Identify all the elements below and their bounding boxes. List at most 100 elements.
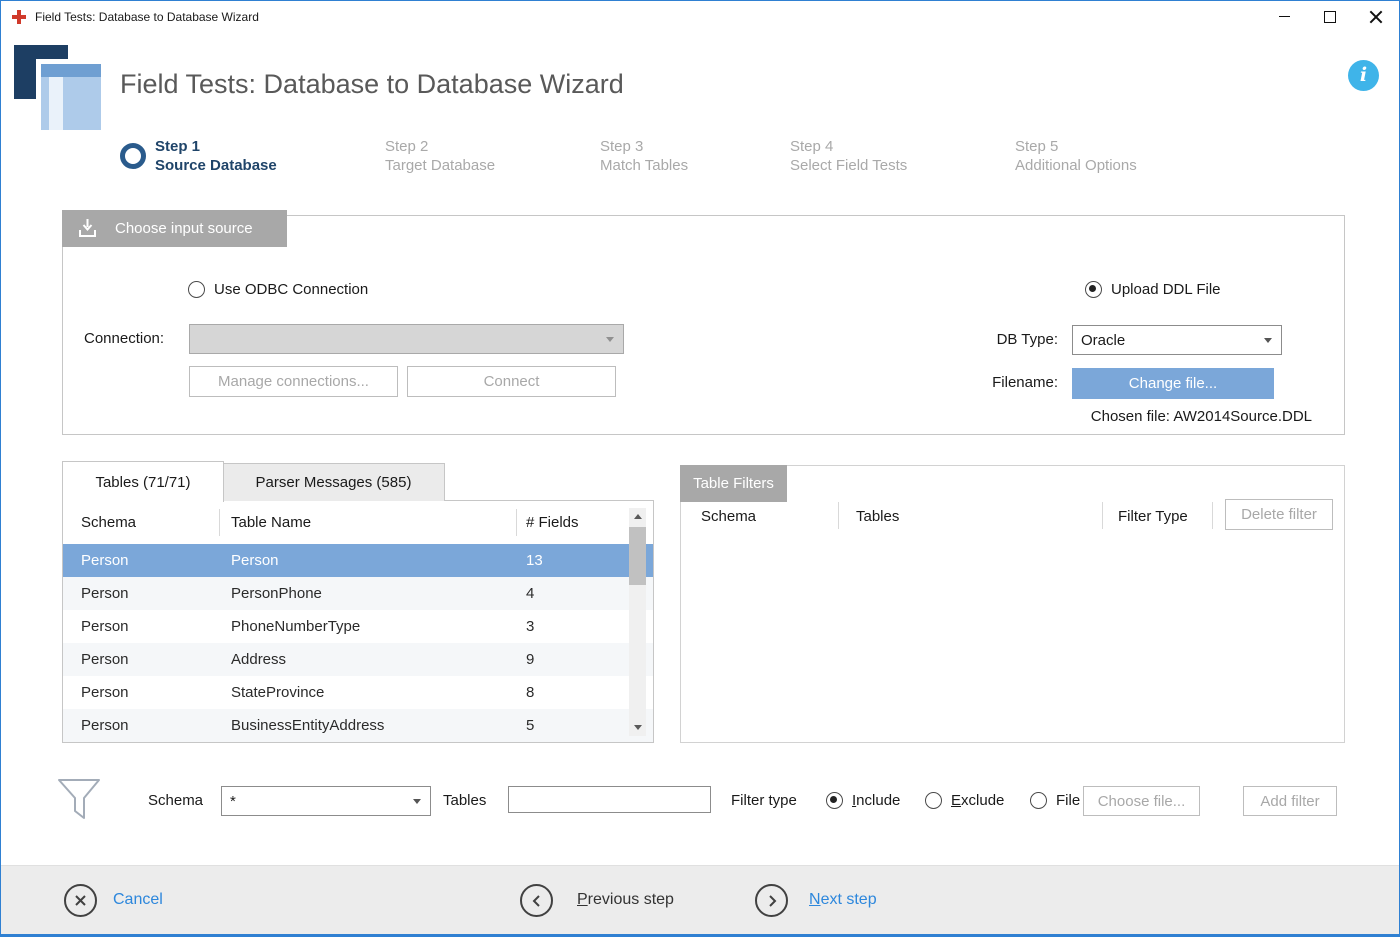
chevron-down-icon [1264,338,1272,343]
step-number: Step 5 [1015,137,1137,156]
tab-parser-messages[interactable]: Parser Messages (585) [222,463,445,501]
table-row[interactable]: Person PhoneNumberType 3 [63,610,653,643]
vertical-scrollbar[interactable] [629,508,646,736]
scrollbar-up-button[interactable] [629,508,646,525]
filter-type-label: Filter type [731,792,797,809]
cell-schema: Person [63,717,219,734]
step-number: Step 3 [600,137,688,156]
column-divider [516,509,517,536]
logo-front-square [36,59,106,135]
cell-table-name: BusinessEntityAddress [219,717,516,734]
radio-selected-icon [1085,281,1102,298]
chevron-right-icon [766,894,778,908]
table-row[interactable]: Person BusinessEntityAddress 5 [63,709,653,742]
table-row[interactable]: Person StateProvince 8 [63,676,653,709]
wizard-step-1[interactable]: Step 1 Source Database [120,137,277,175]
exclude-radio[interactable]: Exclude [925,792,1004,809]
include-radio[interactable]: Include [826,792,900,809]
connection-label: Connection: [84,330,164,347]
minimize-icon [1279,16,1290,17]
logo-column [49,77,63,130]
maximize-icon [1324,11,1336,23]
maximize-button[interactable] [1307,1,1353,32]
tables-rows: Person Person 13 Person PersonPhone 4 Pe… [63,544,653,742]
tables-table: Schema Table Name # Fields Person Person… [62,500,654,743]
filter-funnel-icon [56,776,102,824]
arrow-up-icon [634,514,642,519]
table-row[interactable]: Person PersonPhone 4 [63,577,653,610]
cell-schema: Person [63,618,219,635]
exclude-radio-label: Exclude [951,792,1004,809]
next-step-label[interactable]: Next step [809,891,877,909]
column-header-schema: Schema [81,514,136,531]
minimize-button[interactable] [1261,1,1307,32]
cancel-label[interactable]: Cancel [113,891,163,909]
db-type-dropdown[interactable]: Oracle [1072,325,1282,355]
chevron-down-icon [413,799,421,804]
title-bar: Field Tests: Database to Database Wizard [1,1,1399,32]
app-icon [11,9,27,25]
wizard-step-4[interactable]: Step 4 Select Field Tests [790,137,907,175]
cancel-button[interactable] [64,884,97,917]
wizard-step-5[interactable]: Step 5 Additional Options [1015,137,1137,175]
column-header-fields: # Fields [526,514,579,531]
page-title: Field Tests: Database to Database Wizard [120,69,624,100]
cell-schema: Person [63,684,219,701]
close-icon [1369,10,1383,24]
radio-icon [188,281,205,298]
cancel-x-icon [74,894,87,907]
ddl-radio-label: Upload DDL File [1111,281,1221,298]
import-icon [76,218,99,239]
arrow-down-icon [634,725,642,730]
tab-tables[interactable]: Tables (71/71) [62,461,224,502]
table-filters-header: Table Filters [680,465,787,502]
wizard-step-2[interactable]: Step 2 Target Database [385,137,495,175]
chosen-file-text: Chosen file: AW2014Source.DDL [900,408,1312,425]
close-button[interactable] [1353,1,1399,32]
file-radio[interactable]: File [1030,792,1080,809]
db-type-label: DB Type: [965,331,1058,348]
filter-tables-input[interactable] [508,786,711,813]
step-number: Step 1 [155,137,277,156]
filter-tables-label: Tables [443,792,486,809]
window-title: Field Tests: Database to Database Wizard [35,10,259,24]
choose-file-button[interactable]: Choose file... [1083,786,1200,816]
upload-ddl-radio[interactable]: Upload DDL File [1085,281,1221,298]
add-filter-button[interactable]: Add filter [1243,786,1337,816]
include-radio-label: Include [852,792,900,809]
window-controls [1261,1,1399,32]
connection-dropdown[interactable] [189,324,624,354]
manage-connections-button[interactable]: Manage connections... [189,366,398,397]
info-icon[interactable] [1348,60,1379,91]
filter-schema-value: * [230,793,236,810]
filters-column-filter-type: Filter Type [1118,508,1188,525]
column-divider [1102,502,1103,529]
scrollbar-down-button[interactable] [629,719,646,736]
wizard-step-3[interactable]: Step 3 Match Tables [600,137,688,175]
cell-schema: Person [63,651,219,668]
previous-step-label[interactable]: Previous step [577,891,674,909]
cell-schema: Person [63,585,219,602]
next-step-button[interactable] [755,884,788,917]
chevron-down-icon [606,337,614,342]
change-file-button[interactable]: Change file... [1072,368,1274,399]
step-label: Select Field Tests [790,156,907,175]
logo-header-band [41,64,101,77]
column-divider [838,502,839,529]
chevron-left-icon [531,894,543,908]
previous-step-button[interactable] [520,884,553,917]
table-row[interactable]: Person Address 9 [63,643,653,676]
step-label: Match Tables [600,156,688,175]
cell-schema: Person [63,552,219,569]
table-filters-panel: Schema Tables Filter Type Delete filter [680,465,1345,743]
delete-filter-button[interactable]: Delete filter [1225,499,1333,530]
step-number: Step 2 [385,137,495,156]
column-header-table-name: Table Name [231,514,311,531]
odbc-connection-radio[interactable]: Use ODBC Connection [188,281,368,298]
odbc-radio-label: Use ODBC Connection [214,281,368,298]
scrollbar-thumb[interactable] [629,527,646,585]
table-row[interactable]: Person Person 13 [63,544,653,577]
footer-bar: Cancel Previous step Next step [1,865,1399,935]
connect-button[interactable]: Connect [407,366,616,397]
filter-schema-dropdown[interactable]: * [221,786,431,816]
